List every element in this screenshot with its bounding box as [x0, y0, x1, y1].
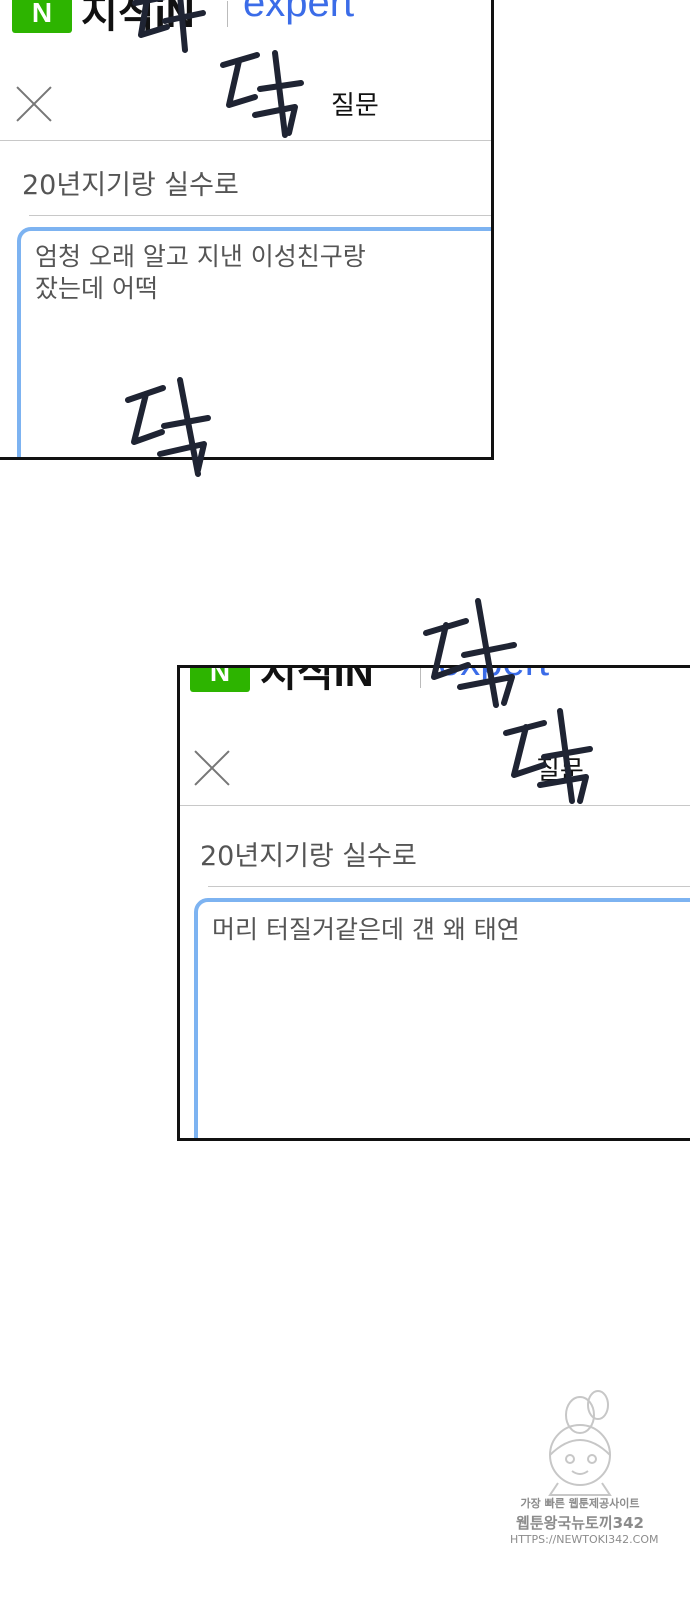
naver-logo-icon: N [190, 668, 250, 692]
naver-logo-icon: N [12, 0, 72, 33]
question-body-text: 머리 터질거같은데 걘 왜 태연 [212, 915, 520, 944]
sfx-tak-5 [503, 708, 593, 804]
page-title: 질문 [331, 91, 379, 121]
header-divider [180, 805, 690, 806]
question-body-input[interactable]: 엄청 오래 알고 지낸 이성친구랑 잤는데 어떡 [17, 227, 491, 457]
sfx-tak-1 [132, 0, 206, 53]
watermark-line-3: HTTPS://NEWTOKI342.COM [510, 1533, 659, 1546]
question-title-field[interactable]: 20년지기랑 실수로 [22, 163, 239, 202]
question-body-text: 엄청 오래 알고 지낸 이성친구랑 잤는데 어떡 [35, 242, 366, 303]
sfx-tak-2 [220, 50, 304, 138]
brand-name: 지식iN [260, 665, 374, 695]
expert-label: expert [243, 0, 355, 25]
close-icon[interactable] [16, 86, 52, 122]
sfx-tak-3 [125, 377, 211, 477]
title-divider [29, 215, 491, 216]
question-panel-2: N 지식iN expert 질문 20년지기랑 실수로 머리 터질거같은데 걘 … [177, 665, 690, 1141]
watermark-line-2: 웹툰왕국뉴토끼342 [516, 1514, 644, 1532]
header-divider [0, 140, 491, 141]
question-title-field[interactable]: 20년지기랑 실수로 [200, 834, 417, 873]
watermark-line-1: 가장 빠른 웹툰제공사이트 [520, 1497, 640, 1510]
question-body-input[interactable]: 머리 터질거같은데 걘 왜 태연 [194, 898, 690, 1138]
brand-separator [227, 1, 228, 27]
sfx-tak-4 [423, 598, 517, 708]
close-icon[interactable] [194, 750, 230, 786]
title-divider [208, 886, 690, 887]
